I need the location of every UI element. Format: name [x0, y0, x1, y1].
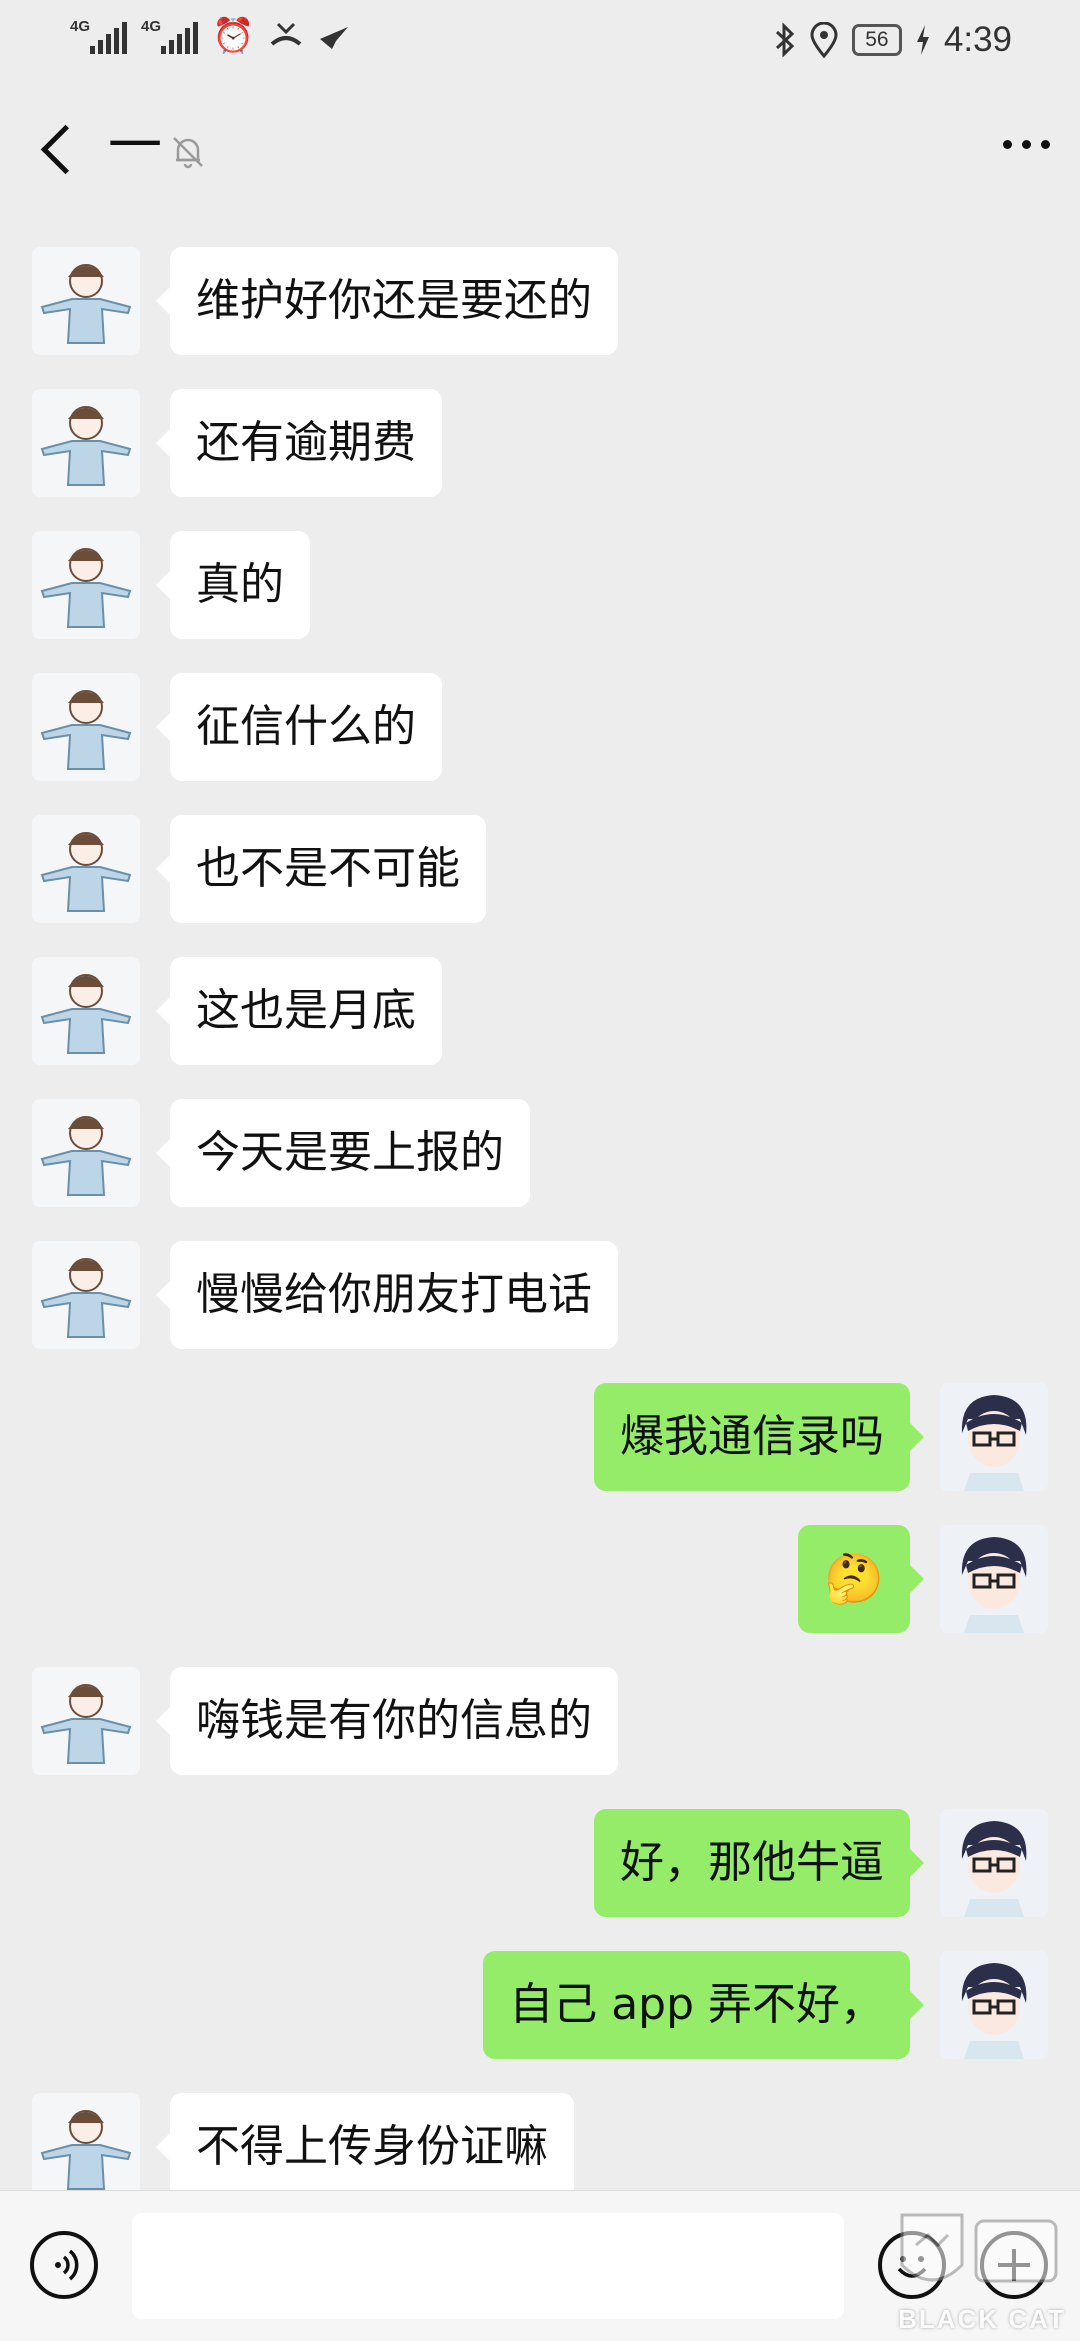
contact-avatar[interactable] [32, 389, 140, 497]
message-input[interactable] [132, 2213, 844, 2319]
message-row: 也不是不可能 [0, 813, 1080, 925]
contact-avatar[interactable] [32, 957, 140, 1065]
watermark-text: BLACK CAT [898, 2304, 1066, 2334]
message-row: 慢慢给你朋友打电话 [0, 1239, 1080, 1351]
message-bubble[interactable]: 今天是要上报的 [156, 1099, 530, 1207]
network-label: 4G [70, 18, 91, 35]
message-bubble[interactable]: 也不是不可能 [156, 815, 486, 923]
back-button[interactable] [30, 120, 80, 180]
message-bubble[interactable]: 不得上传身份证嘛 [156, 2093, 574, 2201]
more-options-button[interactable] [1003, 140, 1050, 149]
bluetooth-icon [775, 22, 795, 58]
message-row: 今天是要上报的 [0, 1097, 1080, 1209]
status-bar: 4G 4G ⏰ 56 4:39 [0, 0, 1080, 90]
message-bubble[interactable]: 这也是月底 [156, 957, 442, 1065]
network-label-2: 4G [141, 18, 162, 35]
message-bubble[interactable]: 自己 app 弄不好， [483, 1951, 924, 2059]
message-row: 爆我通信录吗 [0, 1381, 1080, 1493]
contact-avatar[interactable] [32, 1667, 140, 1775]
contact-avatar[interactable] [32, 2093, 140, 2201]
message-row: 嗨钱是有你的信息的 [0, 1665, 1080, 1777]
contact-avatar[interactable] [32, 1099, 140, 1207]
status-left: 4G 4G ⏰ [70, 18, 352, 54]
message-row: 不得上传身份证嘛 [0, 2091, 1080, 2203]
message-row: 这也是月底 [0, 955, 1080, 1067]
battery-indicator: 56 [851, 24, 902, 56]
message-row: 征信什么的 [0, 671, 1080, 783]
message-bubble[interactable]: 好，那他牛逼 [594, 1809, 924, 1917]
message-bubble[interactable]: 征信什么的 [156, 673, 442, 781]
missed-call-icon [271, 22, 302, 46]
signal-icon: 4G [70, 18, 127, 54]
message-row: 自己 app 弄不好， [0, 1949, 1080, 2061]
message-bubble[interactable]: 真的 [156, 531, 310, 639]
mute-bell-icon [173, 137, 203, 169]
location-icon [810, 22, 838, 58]
watermark-logo: BLACK CAT [892, 2205, 1072, 2335]
status-time: 4:39 [943, 20, 1012, 59]
status-right: 56 4:39 [774, 20, 1012, 60]
bird-icon [320, 27, 349, 49]
message-bubble[interactable]: 爆我通信录吗 [594, 1383, 924, 1491]
voice-icon[interactable] [30, 2231, 98, 2299]
self-avatar[interactable] [940, 1383, 1048, 1491]
message-bubble[interactable]: 慢慢给你朋友打电话 [156, 1241, 618, 1349]
message-row: 好，那他牛逼 [0, 1807, 1080, 1919]
contact-avatar[interactable] [32, 815, 140, 923]
message-bubble[interactable]: 维护好你还是要还的 [156, 247, 618, 355]
contact-avatar[interactable] [32, 1241, 140, 1349]
chat-header: 一 [0, 90, 1080, 210]
message-row: 真的 [0, 529, 1080, 641]
message-row: 🤔 [0, 1523, 1080, 1635]
self-avatar[interactable] [940, 1951, 1048, 2059]
self-avatar[interactable] [940, 1809, 1048, 1917]
charging-icon [916, 25, 929, 55]
message-bubble[interactable]: 还有逾期费 [156, 389, 442, 497]
signal-icon-2: 4G [141, 18, 198, 54]
contact-avatar[interactable] [32, 531, 140, 639]
thinking-face-emoji[interactable]: 🤔 [798, 1525, 924, 1633]
contact-avatar[interactable] [32, 247, 140, 355]
contact-avatar[interactable] [32, 673, 140, 781]
alarm-icon: ⏰ [212, 16, 255, 56]
message-bubble[interactable]: 嗨钱是有你的信息的 [156, 1667, 618, 1775]
self-avatar[interactable] [940, 1525, 1048, 1633]
message-row: 还有逾期费 [0, 387, 1080, 499]
chat-title: 一 [108, 114, 162, 177]
message-row: 维护好你还是要还的 [0, 245, 1080, 357]
